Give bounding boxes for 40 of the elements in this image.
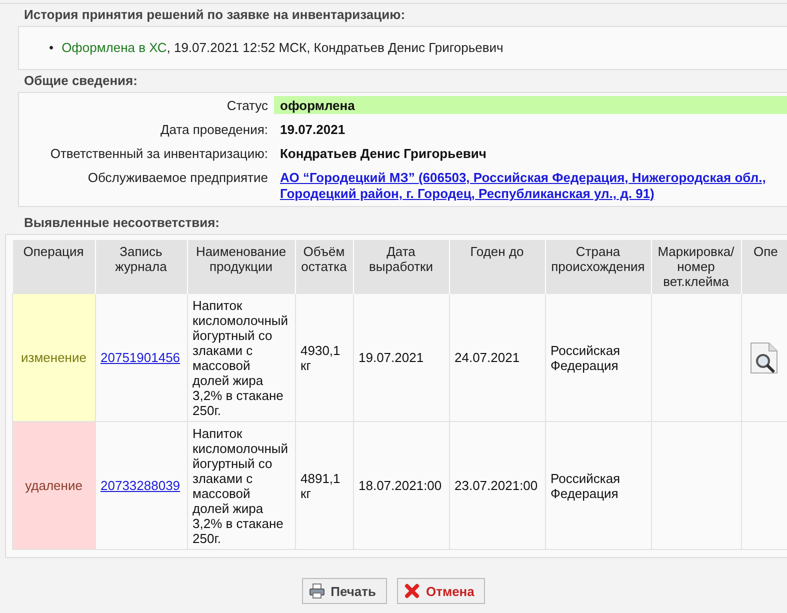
- field-label: Обслуживаемое предприятие: [86, 169, 269, 187]
- table-cell: 24.07.2021: [449, 294, 545, 422]
- operation-cell: изменение: [12, 294, 95, 422]
- record-link[interactable]: 20733288039: [100, 478, 180, 493]
- field-label: Статус: [226, 97, 269, 114]
- table-cell: Напиток кисломолочный йогуртный со злаками с массовой долей жира 3,2% в стакане 250г.: [187, 294, 295, 422]
- table-cell: 18.07.2021:00: [353, 422, 449, 550]
- field-label: Дата проведения:: [159, 121, 269, 138]
- section-title: История принятия решений по заявке на инвентаризацию:: [24, 7, 406, 23]
- table-cell: Российская Федерация: [545, 422, 651, 550]
- column-header: Дата выработки: [353, 240, 449, 294]
- column-header: Маркировка/ номер вет.клейма: [651, 240, 741, 294]
- field-value: 19.07.2021: [279, 121, 346, 138]
- printer-icon: [308, 583, 325, 599]
- record-link[interactable]: 20751901456: [100, 350, 180, 365]
- document-magnifier-icon[interactable]: [750, 342, 778, 374]
- section-title: Общие сведения:: [24, 73, 138, 89]
- history-entry: • Оформлена в ХС, 19.07.2021 12:52 МСК, Кондратьев Денис Григорьевич: [49, 40, 504, 56]
- table-cell: 4930,1 кг: [295, 294, 353, 422]
- column-header: Страна происхождения: [545, 240, 651, 294]
- column-header: Объём остатка: [295, 240, 353, 294]
- operation-cell: удаление: [12, 422, 95, 550]
- table-cell: Российская Федерация: [545, 294, 651, 422]
- print-button[interactable]: Печать: [302, 578, 387, 604]
- status-value: оформлена: [274, 96, 787, 114]
- field-value: Кондратьев Денис Григорьевич: [279, 145, 488, 162]
- column-header: Опе: [741, 240, 787, 294]
- cross-icon: [404, 583, 420, 599]
- section-title: Выявленные несоответствия:: [24, 215, 220, 231]
- enterprise-link[interactable]: АО “Городецкий МЗ” (606503, Российская Федерация, Нижегородская обл., Городецкий район, г. Городец, Республиканская ул., д. 91): [280, 170, 780, 202]
- cancel-button[interactable]: Отмена: [396, 578, 486, 604]
- table-cell: 23.07.2021:00: [449, 422, 545, 550]
- table-cell: 19.07.2021: [353, 294, 449, 422]
- column-header: Наименование продукции: [187, 240, 295, 294]
- column-header: Операция: [12, 240, 95, 294]
- column-header: Запись журнала: [95, 240, 187, 294]
- field-label: Ответственный за инвентаризацию:: [49, 145, 269, 162]
- table-cell: Напиток кисломолочный йогуртный со злаками с массовой долей жира 3,2% в стакане 250г.: [187, 422, 295, 550]
- column-header: Годен до: [449, 240, 545, 294]
- table-cell: 4891,1 кг: [295, 422, 353, 550]
